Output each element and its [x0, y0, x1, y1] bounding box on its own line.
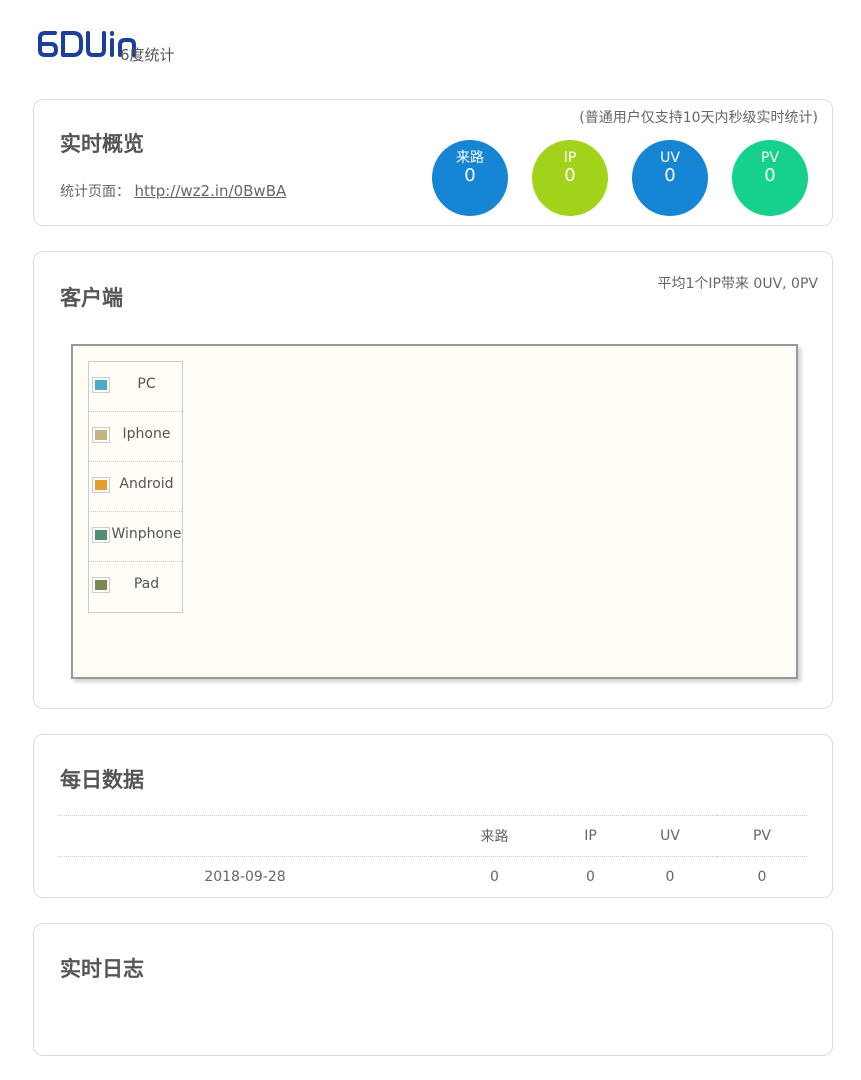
stat-circle-ip: IP 0 — [532, 140, 608, 216]
daily-data-panel: 每日数据 来路 IP UV PV 2018-09-28 0 0 0 0 — [33, 734, 833, 898]
legend-label: PC — [137, 376, 156, 392]
client-title: 客户端 — [60, 286, 123, 310]
realtime-log-panel: 实时日志 — [33, 923, 833, 1056]
legend-color — [95, 430, 107, 440]
cell-ip: 0 — [558, 856, 623, 898]
legend-label: Iphone — [122, 426, 171, 442]
stat-label: PV — [760, 150, 780, 166]
legend-label: Pad — [133, 576, 160, 592]
stat-value: 0 — [464, 165, 476, 186]
stat-label: IP — [563, 150, 577, 166]
legend-swatch — [92, 427, 110, 443]
header-uv: UV — [623, 815, 717, 857]
logo[interactable]: 6度统计 — [37, 26, 187, 66]
stat-value: 0 — [664, 165, 676, 186]
daily-table: 来路 IP UV PV 2018-09-28 0 0 0 0 — [59, 815, 807, 898]
legend-item-pad[interactable]: Pad — [89, 562, 182, 612]
client-chart-area: PC Iphone Android Winphone Pad — [71, 344, 798, 679]
client-legend: PC Iphone Android Winphone Pad — [88, 361, 183, 613]
legend-swatch — [92, 377, 110, 393]
realtime-overview-panel: 实时概览 (普通用户仅支持10天内秒级实时统计) 统计页面： http://wz… — [33, 99, 833, 226]
stat-value: 0 — [764, 165, 776, 186]
table-row: 2018-09-28 0 0 0 0 — [59, 856, 807, 898]
cell-pv: 0 — [717, 856, 807, 898]
stat-circle-uv: UV 0 — [632, 140, 708, 216]
stat-circle-pv: PV 0 — [732, 140, 808, 216]
legend-item-android[interactable]: Android — [89, 462, 182, 512]
legend-swatch — [92, 527, 110, 543]
client-average-note: 平均1个IP带来 0UV, 0PV — [657, 276, 819, 292]
overview-note: (普通用户仅支持10天内秒级实时统计) — [579, 110, 818, 126]
stat-page-row: 统计页面： http://wz2.in/0BwBA — [60, 181, 286, 201]
legend-item-pc[interactable]: PC — [89, 362, 182, 412]
legend-color — [95, 580, 107, 590]
legend-label: Android — [119, 476, 174, 492]
stat-page-label: 统计页面： — [60, 184, 130, 200]
logo-subtitle: 6度统计 — [120, 46, 175, 64]
stat-label: 来路 — [456, 150, 484, 166]
client-panel: 客户端 平均1个IP带来 0UV, 0PV PC Iphone Android … — [33, 251, 833, 709]
header-ip: IP — [558, 815, 623, 857]
legend-color — [95, 480, 107, 490]
legend-color — [95, 380, 107, 390]
stat-circle-referrer: 来路 0 — [432, 140, 508, 216]
stat-page-link[interactable]: http://wz2.in/0BwBA — [134, 182, 286, 200]
stat-value: 0 — [564, 165, 576, 186]
cell-date: 2018-09-28 — [59, 856, 431, 898]
daily-header-row: 来路 IP UV PV — [59, 815, 807, 857]
header-referrer: 来路 — [431, 815, 558, 857]
daily-title: 每日数据 — [60, 768, 144, 792]
log-title: 实时日志 — [60, 957, 144, 981]
stat-label: UV — [660, 150, 680, 166]
legend-label: Winphone — [111, 526, 182, 542]
legend-swatch — [92, 477, 110, 493]
overview-title: 实时概览 — [60, 132, 144, 156]
legend-swatch — [92, 577, 110, 593]
legend-color — [95, 530, 107, 540]
legend-item-iphone[interactable]: Iphone — [89, 412, 182, 462]
header-date — [59, 815, 431, 857]
cell-uv: 0 — [623, 856, 717, 898]
legend-item-winphone[interactable]: Winphone — [89, 512, 182, 562]
cell-referrer: 0 — [431, 856, 558, 898]
header-pv: PV — [717, 815, 807, 857]
